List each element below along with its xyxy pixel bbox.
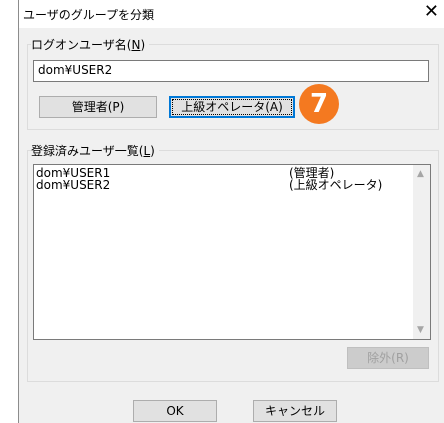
remove-button-label: 除外(R): [367, 351, 409, 365]
logon-user-field[interactable]: dom¥USER2: [33, 60, 429, 82]
registered-users-list[interactable]: dom¥USER1 (管理者) dom¥USER2 (上級オペレータ) ▲ ▼: [33, 164, 431, 340]
close-icon[interactable]: ✕: [424, 3, 439, 21]
list-item-user: dom¥USER2: [36, 178, 111, 192]
admin-button-label: 管理者(P): [71, 100, 125, 114]
step-badge: 7: [299, 84, 339, 124]
advanced-operator-button[interactable]: 上級オペレータ(A): [169, 96, 295, 118]
ok-button[interactable]: OK: [133, 400, 217, 422]
cancel-button-label: キャンセル: [264, 404, 325, 418]
dialog-window: ユーザのグループを分類 ✕ ログオンユーザ名(N) dom¥USER2 管理者(…: [18, 0, 444, 423]
advanced-operator-button-label: 上級オペレータ(A): [181, 100, 283, 114]
cancel-button[interactable]: キャンセル: [253, 400, 337, 422]
ok-button-label: OK: [166, 404, 184, 418]
admin-button[interactable]: 管理者(P): [39, 96, 157, 118]
list-item-role: (上級オペレータ): [289, 178, 383, 192]
list-item[interactable]: dom¥USER2 (上級オペレータ): [36, 179, 396, 191]
dialog-title: ユーザのグループを分類: [23, 8, 155, 22]
list-scrollbar[interactable]: ▲ ▼: [413, 165, 430, 339]
scroll-up-icon[interactable]: ▲: [417, 169, 424, 179]
title-bar: ユーザのグループを分類 ✕: [19, 0, 444, 28]
logon-user-label: ログオンユーザ名(N): [31, 36, 150, 53]
registered-users-label: 登録済みユーザ一覧(L): [31, 142, 159, 159]
scroll-down-icon[interactable]: ▼: [417, 325, 424, 335]
remove-button[interactable]: 除外(R): [347, 347, 429, 369]
